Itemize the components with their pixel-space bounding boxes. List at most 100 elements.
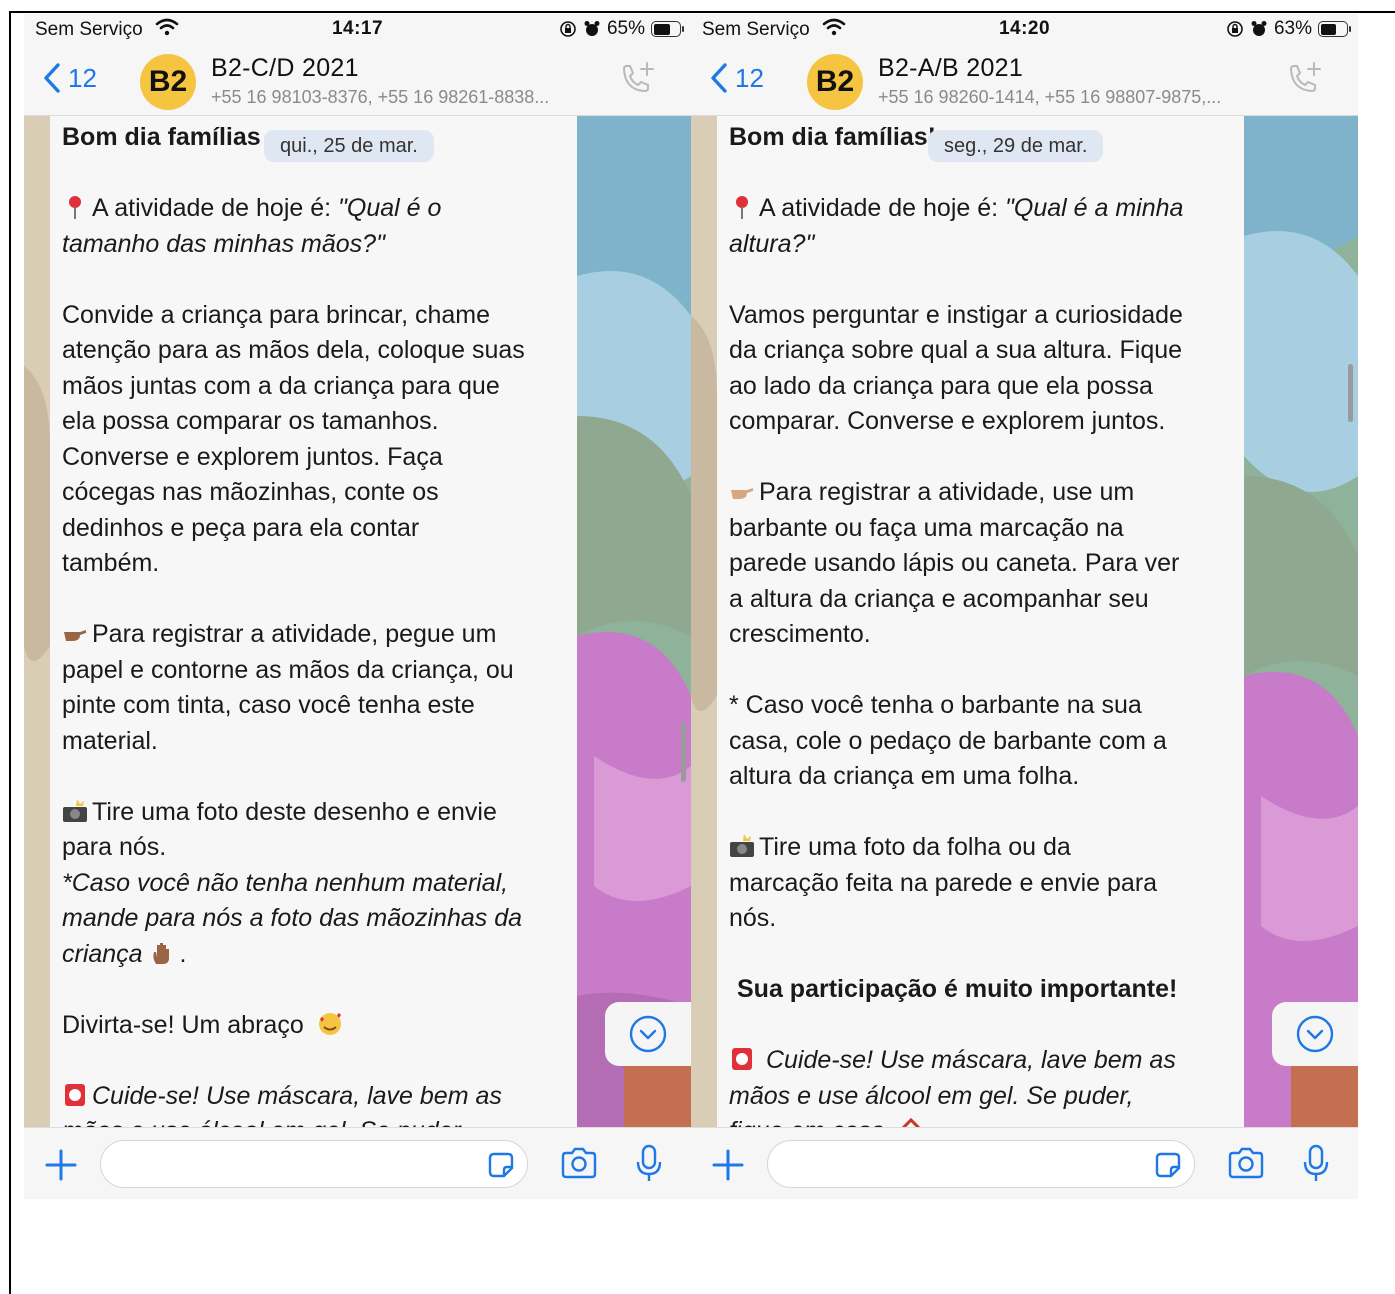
add-call-icon[interactable] [617,60,657,100]
add-call-icon[interactable] [1284,60,1324,100]
text-line: atenção para as mãos dela, coloque suas [62,336,525,364]
plus-icon[interactable] [711,1148,745,1182]
pin-icon [69,196,81,219]
text-line: barbante ou faça uma marcação na [729,513,1124,542]
input-bar [691,1127,1358,1199]
text-line: mãos e use álcool em gel. Se puder, [62,1114,565,1127]
battery-icon [1318,21,1351,37]
photo-line: Tire uma foto deste desenho e envie [62,795,565,831]
text-line: material. [62,726,158,755]
sticker-icon[interactable] [486,1150,516,1180]
text-line: ela possa comparar os tamanhos. [62,407,439,435]
photo-line: Tire uma foto da folha ou da [729,830,1232,866]
text-line: comparar. Converse e explorem juntos. [729,407,1166,435]
camera-flash-icon [730,834,754,857]
activity-line: A atividade de hoje é: "Qual é o [62,191,565,227]
group-title[interactable]: B2-A/B 2021 [878,54,1023,83]
text-line: * Caso você tenha o barbante na sua [729,691,1142,719]
register-line: Para registrar a atividade, use um [729,475,1232,511]
text-line: mande para nós a foto das mãozinhas da [62,904,523,932]
chevron-down-circle-icon [629,1015,667,1053]
pointing-hand-icon [64,630,86,641]
siren-icon [65,1083,85,1106]
unread-count: 12 [68,62,97,93]
status-bar: Sem Serviço 14:20 63% [691,14,1358,48]
text-line: mãos juntas com a da criança para que [62,371,500,400]
message-input[interactable] [767,1140,1195,1188]
microphone-icon[interactable] [634,1144,664,1184]
group-avatar[interactable]: B2 [807,54,863,110]
group-members[interactable]: +55 16 98260-1414, +55 16 98807-9875,... [878,87,1221,108]
status-bar: Sem Serviço 14:17 65% [24,14,691,48]
text-line: Converse e explorem juntos. Faça [62,442,443,471]
battery-percent: 65% [606,18,645,39]
text-line: mãos e use álcool em gel. Se puder, [729,1081,1134,1110]
message-bubble: Bom dia famílias A atividade de hoje é: … [50,116,577,1127]
text-line: da criança sobre qual a sua altura. Fiqu… [729,336,1183,364]
chevron-left-icon [44,63,60,93]
scroll-down-button[interactable] [1272,1002,1358,1066]
text-line: pinte com tinta, caso você tenha este [62,691,475,719]
scroll-down-button[interactable] [605,1002,691,1066]
text-line: *Caso você não tenha nenhum material, [62,868,509,897]
text-line: altura da criança em uma folha. [729,762,1080,790]
status-right: 65% [559,18,684,40]
chat-screen-left: Sem Serviço 14:17 65% 12 B2 B2-C/D 2021 … [24,14,691,1199]
message-input[interactable] [100,1140,528,1188]
date-chip: qui., 25 de mar. [264,130,434,162]
message-bubble: Bom dia famílias! A atividade de hoje é:… [717,116,1244,1127]
text-line: a altura da criança e acompanhar seu [729,584,1149,613]
chat-header: 12 B2 B2-A/B 2021 +55 16 98260-1414, +55… [691,48,1358,116]
text-line: dedinhos e peça para ela contar [62,513,420,542]
microphone-icon[interactable] [1301,1144,1331,1184]
chat-header: 12 B2 B2-C/D 2021 +55 16 98103-8376, +55… [24,48,691,116]
camera-icon[interactable] [560,1146,598,1182]
back-button[interactable]: 12 [42,62,97,94]
status-right: 63% [1226,18,1351,40]
chat-body: Bom dia famílias A atividade de hoje é: … [24,116,691,1127]
chat-screen-right: Sem Serviço 14:20 63% 12 B2 B2-A/B 2021 … [691,14,1358,1199]
text-line: Divirta-se! Um abraço [62,1008,565,1044]
house-icon [901,1117,920,1127]
text-line: criança . [62,939,187,968]
register-line: Para registrar a atividade, pegue um [62,617,565,653]
text-line: ao lado da criança para que ela possa [729,371,1153,400]
scrollbar[interactable] [681,722,686,782]
text-line: papel e contorne as mãos da criança, ou [62,655,514,684]
camera-flash-icon [63,798,87,822]
group-title[interactable]: B2-C/D 2021 [211,54,359,83]
activity-line: A atividade de hoje é: "Qual é a minha [729,191,1232,227]
text-line: crescimento. [729,620,871,648]
rotation-lock-icon [1227,21,1243,37]
plus-icon[interactable] [44,1148,78,1182]
chevron-left-icon [711,63,727,93]
text-line: Convide a criança para brincar, chame [62,300,491,329]
activity-line-2: tamanho das minhas mãos?" [62,229,385,258]
text-line: fique em casa [729,1114,1232,1127]
text-line: Sua participação é muito importante! [737,975,1178,1003]
sticker-icon[interactable] [1153,1150,1183,1180]
pin-icon [736,196,748,219]
scrollbar[interactable] [1348,364,1353,422]
date-chip: seg., 29 de mar. [928,130,1104,162]
group-members[interactable]: +55 16 98103-8376, +55 16 98261-8838... [211,87,549,108]
rotation-lock-icon [560,21,576,37]
input-bar [24,1127,691,1199]
alarm-icon [1251,21,1267,36]
back-button[interactable]: 12 [709,62,764,94]
text-line: marcação feita na parede e envie para [729,868,1158,897]
text-line: parede usando lápis ou caneta. Para ver [729,549,1180,577]
text-line: casa, cole o pedaço de barbante com a [729,726,1167,755]
siren-icon [732,1048,752,1070]
text-line: para nós. [62,833,167,861]
unread-count: 12 [735,62,764,93]
battery-icon [651,21,684,37]
chevron-down-circle-icon [1296,1015,1334,1053]
group-avatar[interactable]: B2 [140,54,196,110]
battery-percent: 63% [1273,18,1312,39]
text-line: nós. [729,904,777,932]
activity-line-2: altura?" [729,229,815,258]
raised-hand-icon [152,942,169,964]
camera-icon[interactable] [1227,1146,1265,1182]
text-line: Vamos perguntar e instigar a curiosidade [729,300,1183,329]
